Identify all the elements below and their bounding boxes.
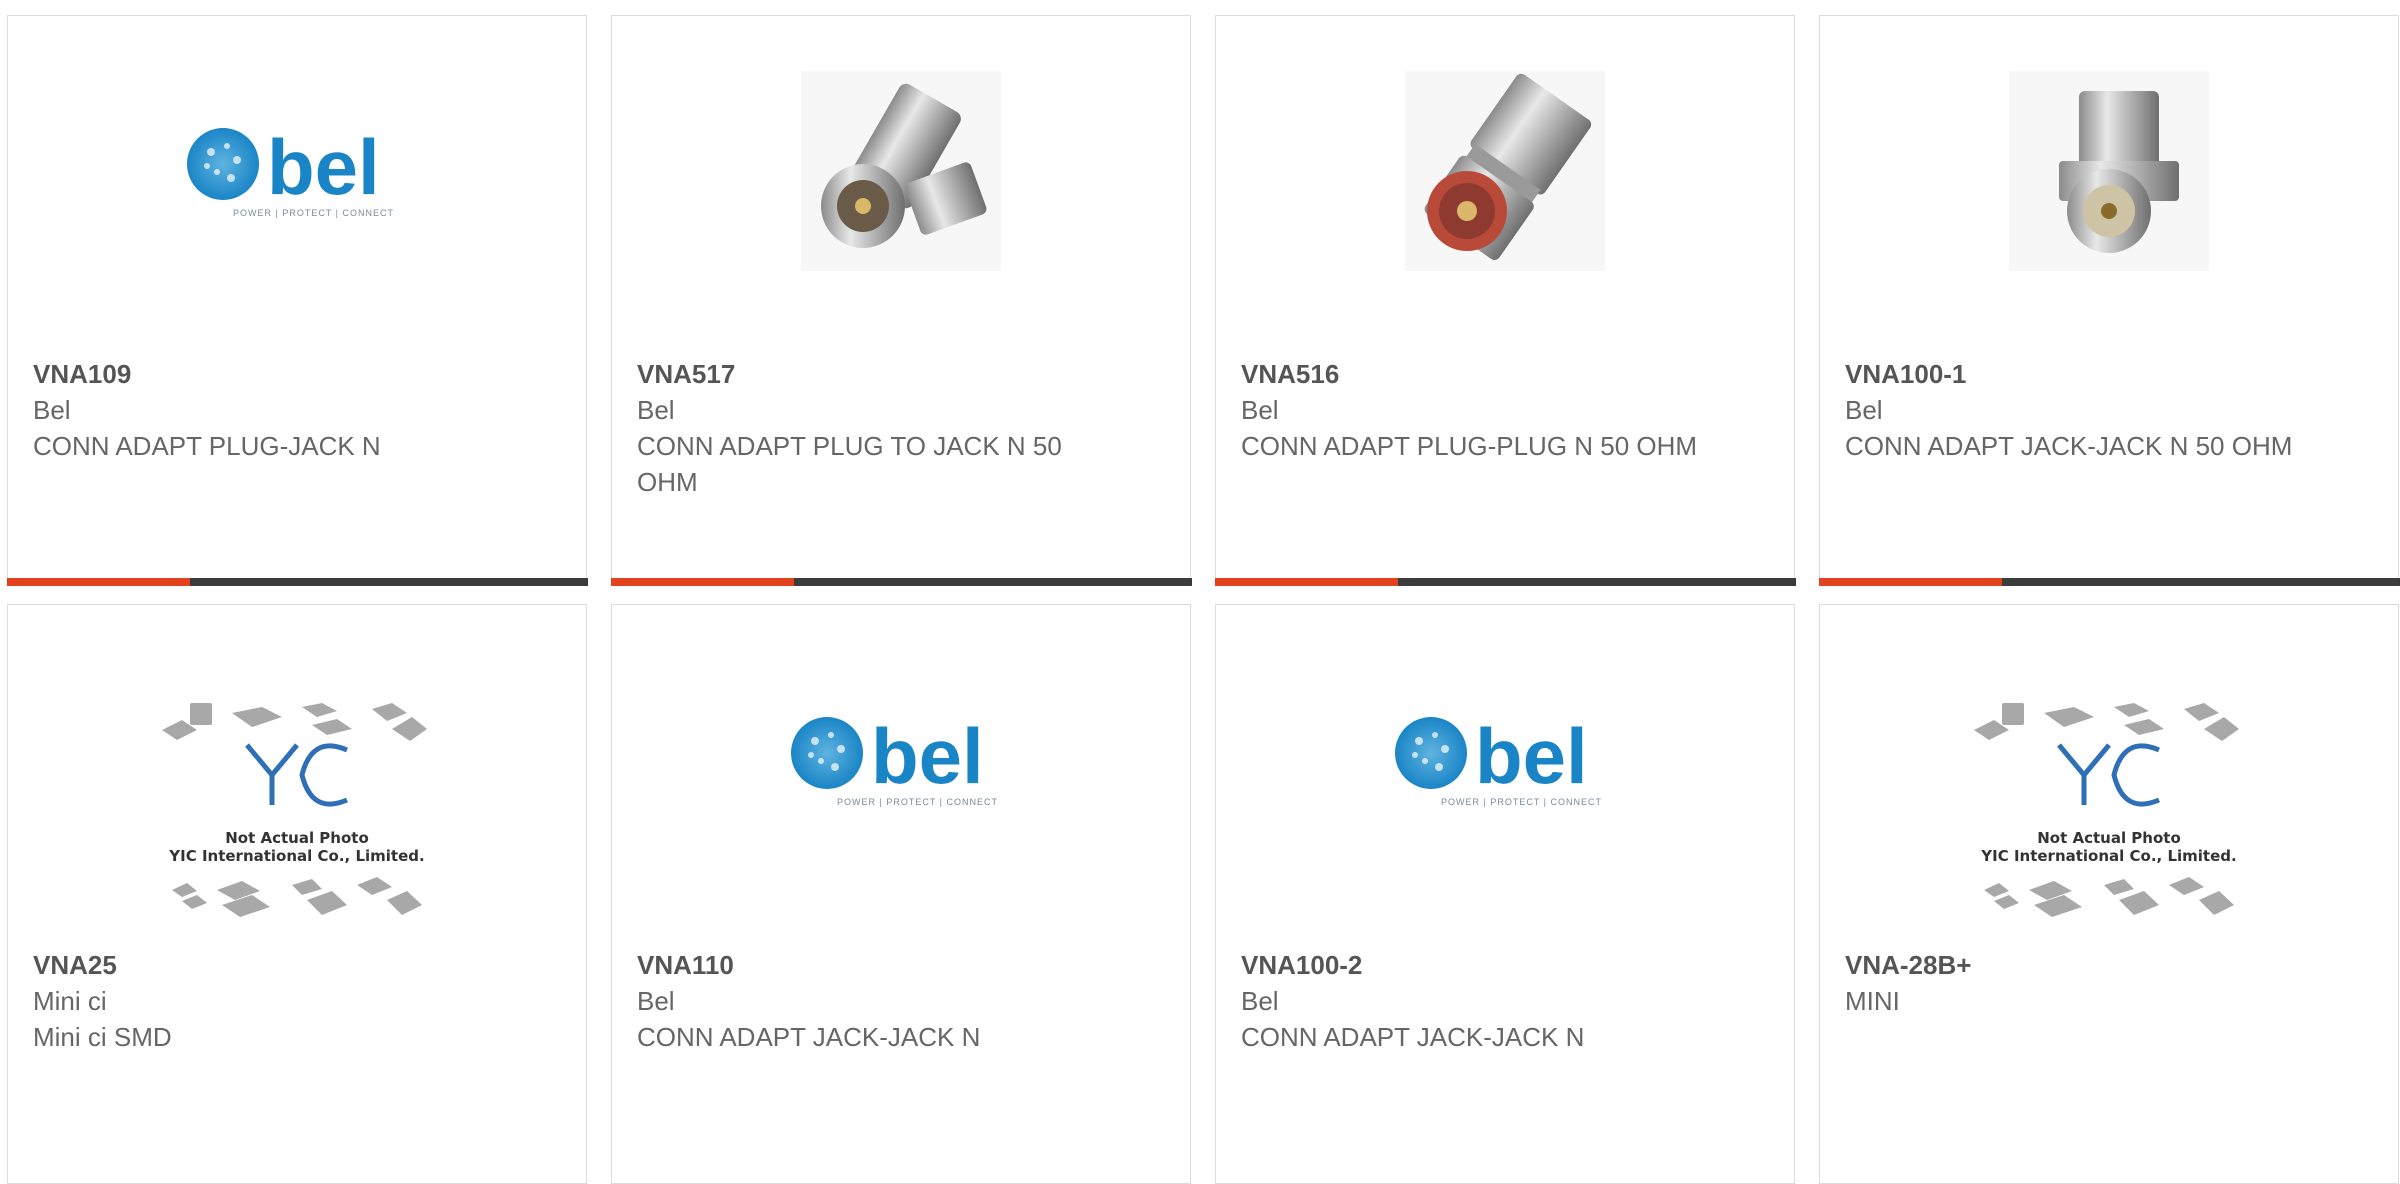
- svg-text:Not Actual Photo: Not Actual Photo: [225, 829, 369, 847]
- product-card[interactable]: VNA516 Bel CONN ADAPT PLUG-PLUG N 50 OHM: [1214, 15, 1796, 586]
- manufacturer: Mini ci: [33, 986, 107, 1016]
- yic-placeholder-icon: Not Actual Photo YIC International Co., …: [1974, 703, 2239, 917]
- svg-text:YIC International Co., Limited: YIC International Co., Limited.: [1980, 847, 2236, 865]
- manufacturer: Bel: [1845, 395, 1883, 425]
- card-accent: [6, 577, 190, 586]
- product-info: VNA100-1 Bel CONN ADAPT JACK-JACK N 50 O…: [1845, 356, 2378, 464]
- description: CONN ADAPT PLUG TO JACK N 50 OHM: [637, 431, 1062, 497]
- part-number[interactable]: VNA110: [637, 947, 1170, 983]
- product-info: VNA100-2 Bel CONN ADAPT JACK-JACK N: [1241, 947, 1774, 1055]
- part-number[interactable]: VNA100-2: [1241, 947, 1774, 983]
- product-card[interactable]: Not Actual Photo YIC International Co., …: [7, 604, 587, 1184]
- product-info: VNA25 Mini ci Mini ci SMD: [33, 947, 566, 1055]
- card-bottom-bar: [1818, 577, 2400, 586]
- svg-text:POWER | PROTECT | CONNECT: POWER | PROTECT | CONNECT: [837, 797, 998, 807]
- product-info: VNA109 Bel CONN ADAPT PLUG-JACK N: [33, 356, 566, 464]
- product-info: VNA517 Bel CONN ADAPT PLUG TO JACK N 50 …: [637, 356, 1170, 500]
- part-number[interactable]: VNA-28B+: [1845, 947, 2378, 983]
- product-card[interactable]: bel POWER | PROTECT | CONNECT VNA100-2 B…: [1215, 604, 1795, 1184]
- card-bottom-bar: [1214, 577, 1796, 586]
- manufacturer: Bel: [1241, 986, 1279, 1016]
- product-info: VNA-28B+ MINI: [1845, 947, 2378, 1019]
- card-bottom-bar: [610, 577, 1192, 586]
- svg-text:YIC International Co., Limited: YIC International Co., Limited.: [168, 847, 424, 865]
- card-bottom-bar: [6, 577, 588, 586]
- plug-plug-connector-icon: [1405, 71, 1605, 271]
- description: CONN ADAPT JACK-JACK N: [637, 1022, 981, 1052]
- part-number[interactable]: VNA100-1: [1845, 356, 2378, 392]
- description: CONN ADAPT PLUG-JACK N: [33, 431, 381, 461]
- card-accent: [1214, 577, 1398, 586]
- svg-text:bel: bel: [267, 123, 380, 211]
- bulkhead-connector-icon: [2009, 71, 2209, 271]
- svg-text:POWER | PROTECT | CONNECT: POWER | PROTECT | CONNECT: [1441, 797, 1602, 807]
- description: CONN ADAPT JACK-JACK N 50 OHM: [1845, 431, 2293, 461]
- manufacturer: Bel: [1241, 395, 1279, 425]
- part-number[interactable]: VNA109: [33, 356, 566, 392]
- product-card[interactable]: bel POWER | PROTECT | CONNECT VNA109 Bel…: [6, 15, 588, 586]
- part-number[interactable]: VNA517: [637, 356, 1170, 392]
- product-card[interactable]: VNA100-1 Bel CONN ADAPT JACK-JACK N 50 O…: [1818, 15, 2400, 586]
- card-accent: [610, 577, 794, 586]
- bel-logo-icon: bel POWER | PROTECT | CONNECT: [187, 123, 394, 218]
- manufacturer: Bel: [637, 986, 675, 1016]
- description: Mini ci SMD: [33, 1022, 172, 1052]
- part-number[interactable]: VNA516: [1241, 356, 1774, 392]
- product-info: VNA516 Bel CONN ADAPT PLUG-PLUG N 50 OHM: [1241, 356, 1774, 464]
- manufacturer: MINI: [1845, 986, 1900, 1016]
- card-accent: [1818, 577, 2002, 586]
- svg-text:Not Actual Photo: Not Actual Photo: [2037, 829, 2181, 847]
- product-image: bel POWER | PROTECT | CONNECT: [8, 71, 586, 271]
- product-image: [612, 71, 1190, 271]
- product-grid: bel POWER | PROTECT | CONNECT VNA109 Bel…: [0, 0, 2400, 1184]
- product-card[interactable]: VNA517 Bel CONN ADAPT PLUG TO JACK N 50 …: [610, 15, 1192, 586]
- manufacturer: Bel: [637, 395, 675, 425]
- product-card[interactable]: Not Actual Photo YIC International Co., …: [1819, 604, 2399, 1184]
- product-image: Not Actual Photo YIC International Co., …: [1820, 695, 2398, 935]
- description: CONN ADAPT JACK-JACK N: [1241, 1022, 1585, 1052]
- bel-logo-icon: bel POWER | PROTECT | CONNECT: [1395, 712, 1602, 807]
- yic-placeholder-icon: Not Actual Photo YIC International Co., …: [162, 703, 427, 917]
- product-image: Not Actual Photo YIC International Co., …: [8, 695, 586, 935]
- manufacturer: Bel: [33, 395, 71, 425]
- product-image: [1216, 71, 1794, 271]
- svg-text:bel: bel: [1475, 712, 1588, 800]
- bel-logo-icon: bel POWER | PROTECT | CONNECT: [791, 712, 998, 807]
- description: CONN ADAPT PLUG-PLUG N 50 OHM: [1241, 431, 1698, 461]
- product-card[interactable]: bel POWER | PROTECT | CONNECT VNA110 Bel…: [611, 604, 1191, 1184]
- product-image: bel POWER | PROTECT | CONNECT: [612, 660, 1190, 860]
- svg-text:POWER | PROTECT | CONNECT: POWER | PROTECT | CONNECT: [233, 208, 394, 218]
- right-angle-connector-icon: [801, 71, 1001, 271]
- product-image: bel POWER | PROTECT | CONNECT: [1216, 660, 1794, 860]
- svg-text:bel: bel: [871, 712, 984, 800]
- product-info: VNA110 Bel CONN ADAPT JACK-JACK N: [637, 947, 1170, 1055]
- product-image: [1820, 71, 2398, 271]
- part-number[interactable]: VNA25: [33, 947, 566, 983]
